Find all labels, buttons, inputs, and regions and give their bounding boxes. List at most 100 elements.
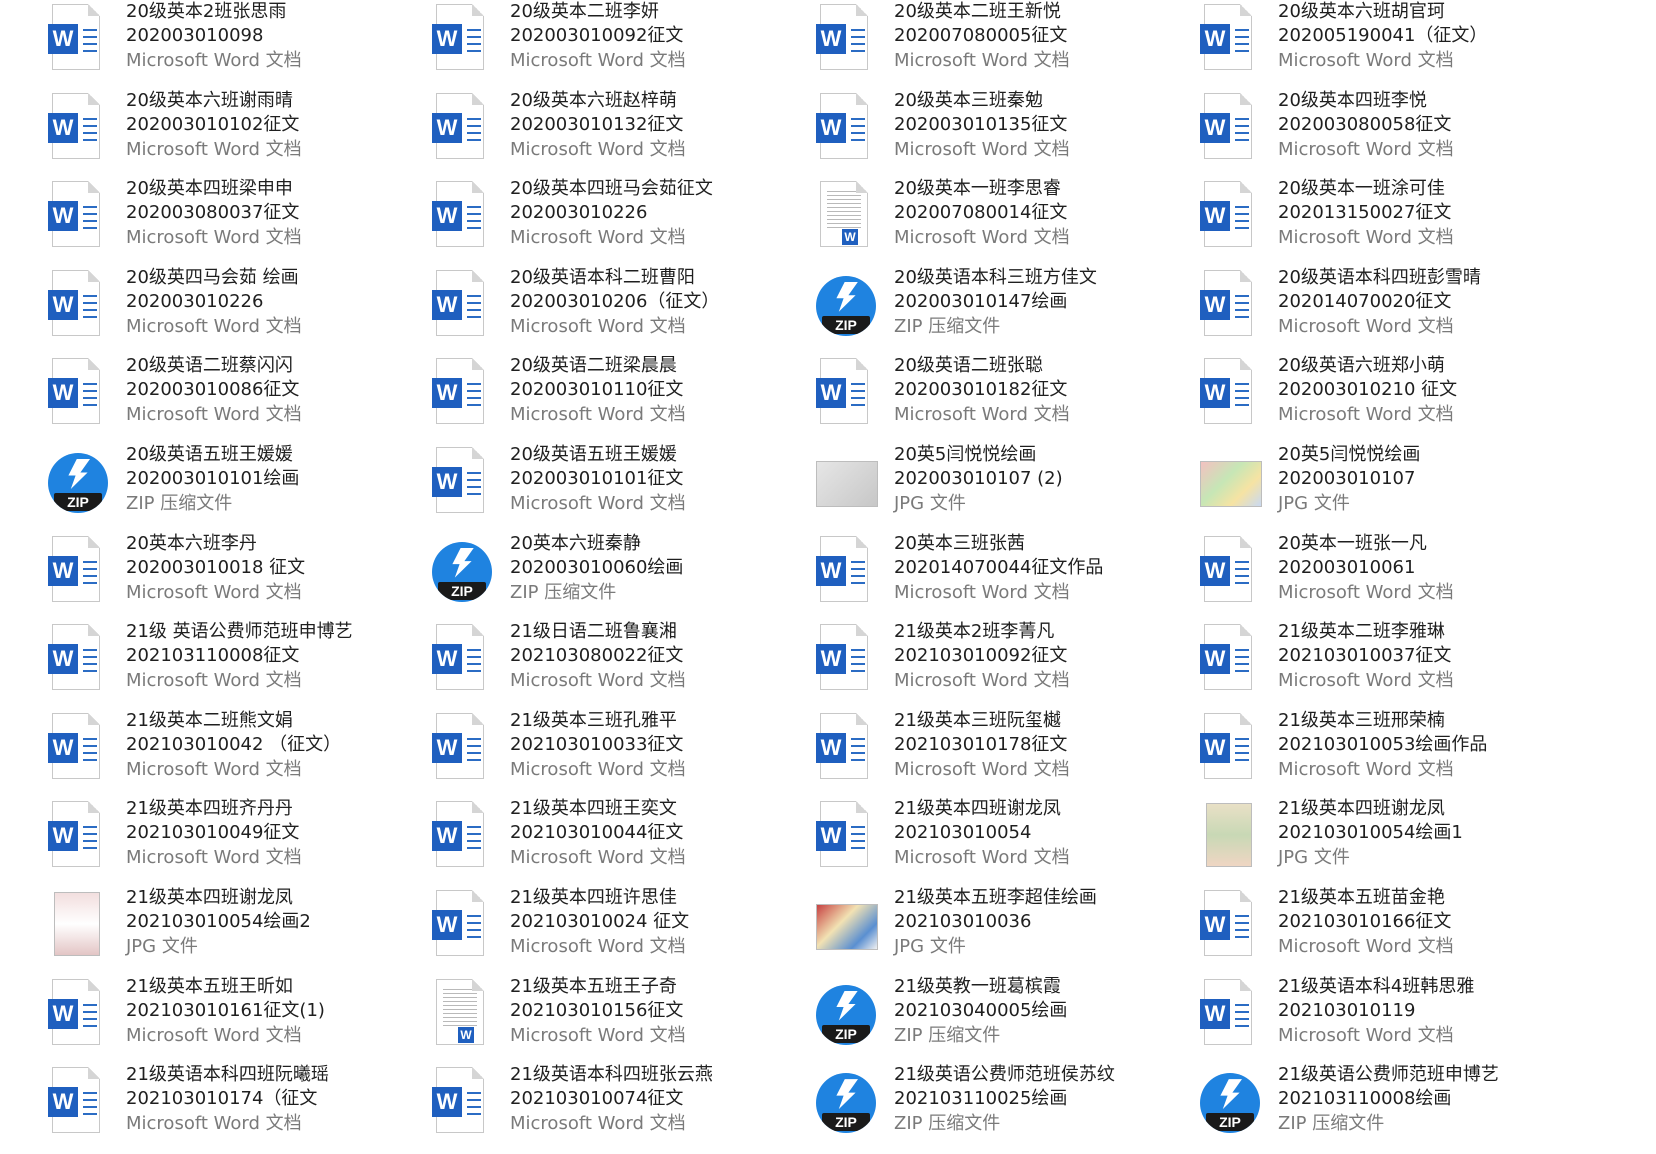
- file-item[interactable]: W 20级英语二班张聪 202003010182征文 Microsoft Word 文…: [816, 354, 1200, 443]
- file-name-line: 202103010024 征文: [510, 910, 690, 932]
- file-type: Microsoft Word 文档: [510, 1113, 686, 1135]
- word-document-icon: W: [432, 4, 490, 74]
- file-item[interactable]: ZIP 21级英语公费师范班侯苏纹 202103110025绘画 ZIP 压缩文件: [816, 1063, 1200, 1152]
- file-item[interactable]: ZIP 20级英语本科三班方佳文 202003010147绘画 ZIP 压缩文件: [816, 266, 1200, 355]
- file-item[interactable]: W 20级英语本科二班曹阳 202003010206（征文） Microsoft Wo…: [432, 266, 816, 355]
- word-document-icon: W: [816, 624, 874, 694]
- file-type: Microsoft Word 文档: [126, 138, 302, 160]
- file-item[interactable]: W 21级英本四班许思佳 202103010024 征文 Microsoft Word…: [432, 886, 816, 975]
- file-item[interactable]: 20英5闫悦悦绘画 202003010107 (2) JPG 文件: [816, 443, 1200, 532]
- file-item[interactable]: W 21级英本二班熊文娟 202103010042 （征文） Microsoft Wo…: [48, 709, 432, 798]
- file-item[interactable]: W 21级英本三班孔雅平 202103010033征文 Microsoft Word …: [432, 709, 816, 798]
- file-item[interactable]: W 20级英本二班王新悦 202007080005征文 Microsoft Word …: [816, 0, 1200, 89]
- file-item[interactable]: W 20级英语二班蔡闪闪 202003010086征文 Microsoft Word …: [48, 354, 432, 443]
- file-label: 20英5闫悦悦绘画 202003010107 JPG 文件: [1278, 443, 1420, 516]
- file-name-line: 21级英语本科4班韩思雅: [1278, 975, 1475, 997]
- file-item[interactable]: 21级英本四班谢龙凤 202103010054绘画1 JPG 文件: [1200, 797, 1584, 886]
- file-name-line: 21级英语本科四班张云燕: [510, 1064, 713, 1086]
- file-item[interactable]: 20英5闫悦悦绘画 202003010107 JPG 文件: [1200, 443, 1584, 532]
- file-label: 21级英本四班齐丹丹 202103010049征文 Microsoft Word 文…: [126, 797, 302, 870]
- file-name-line: 20级英语五班王媛媛: [126, 443, 293, 465]
- file-item[interactable]: W 20级英本六班赵梓萌 202003010132征文 Microsoft Word …: [432, 89, 816, 178]
- file-name-line: 20级英本二班王新悦: [894, 1, 1061, 22]
- jpg-thumbnail-icon: [1200, 801, 1258, 871]
- file-item[interactable]: W 21级英语本科四班阮曦瑶 202103010174（征文 Microsoft Wo…: [48, 1063, 432, 1152]
- file-item[interactable]: W 20级英四马会茹 绘画 202003010226 Microsoft Word 文…: [48, 266, 432, 355]
- file-label: 21级英本三班孔雅平 202103010033征文 Microsoft Word 文…: [510, 709, 686, 782]
- file-item[interactable]: W 20级英本二班李妍 202003010092征文 Microsoft Word 文…: [432, 0, 816, 89]
- file-item[interactable]: ZIP 20英本六班秦静 202003010060绘画 ZIP 压缩文件: [432, 532, 816, 621]
- word-document-icon: W: [1200, 4, 1258, 74]
- file-name-line: 202003010110征文: [510, 379, 684, 401]
- file-item[interactable]: W 21级 英语公费师范班申博艺 202103110008征文 Microsoft W…: [48, 620, 432, 709]
- file-item[interactable]: W 21级英本五班王子奇 202103010156征文 Microsoft Word …: [432, 975, 816, 1064]
- word-document-icon: W: [432, 889, 490, 960]
- file-type: Microsoft Word 文档: [126, 670, 302, 692]
- file-item[interactable]: W 20英本三班张茜 202014070044征文作品 Microsoft Word …: [816, 532, 1200, 621]
- file-name-line: 202103040005绘画: [894, 999, 1068, 1021]
- file-item[interactable]: W 21级日语二班鲁襄湘 202103080022征文 Microsoft Word …: [432, 620, 816, 709]
- file-item[interactable]: W 20级英语五班王媛媛 202003010101征文 Microsoft Word …: [432, 443, 816, 532]
- file-item[interactable]: W 20级英本六班谢雨晴 202003010102征文 Microsoft Word …: [48, 89, 432, 178]
- word-document-icon: W: [1200, 624, 1258, 694]
- file-label: 20级英本六班谢雨晴 202003010102征文 Microsoft Word 文…: [126, 89, 302, 162]
- word-document-icon: W: [816, 358, 874, 428]
- word-document-icon: W: [48, 358, 106, 428]
- file-type: JPG 文件: [126, 935, 198, 957]
- file-type: Microsoft Word 文档: [1278, 935, 1454, 957]
- file-name-line: 20级英语二班张聪: [894, 355, 1043, 377]
- file-item[interactable]: W 21级英本2班李菁凡 202103010092征文 Microsoft Word …: [816, 620, 1200, 709]
- file-item[interactable]: W 21级英本三班阮玺樾 202103010178征文 Microsoft Word …: [816, 709, 1200, 798]
- file-item[interactable]: W 21级英本三班邢荣楠 202103010053绘画作品 Microsoft Wor…: [1200, 709, 1584, 798]
- file-name-line: 21级日语二班鲁襄湘: [510, 621, 677, 643]
- file-type: Microsoft Word 文档: [510, 227, 686, 249]
- file-item[interactable]: W 21级英语本科4班韩思雅 202103010119 Microsoft Word …: [1200, 975, 1584, 1064]
- file-item[interactable]: W 21级英语本科四班张云燕 202103010074征文 Microsoft Wor…: [432, 1063, 816, 1152]
- file-name-line: 202003080037征文: [126, 202, 300, 224]
- file-item[interactable]: ZIP 20级英语五班王媛媛 202003010101绘画 ZIP 压缩文件: [48, 443, 432, 532]
- file-item[interactable]: W 20级英本四班梁申申 202003080037征文 Microsoft Word …: [48, 177, 432, 266]
- file-name-line: 202003010061: [1278, 556, 1416, 578]
- file-item[interactable]: W 20级英本六班胡官珂 202005190041（征文） Microsoft Wor…: [1200, 0, 1584, 89]
- file-type: ZIP 压缩文件: [126, 492, 233, 514]
- file-item[interactable]: W 21级英本二班李雅琳 202103010037征文 Microsoft Word …: [1200, 620, 1584, 709]
- file-item[interactable]: W 20级英本2班张思雨 202003010098 Microsoft Word 文档: [48, 0, 432, 89]
- file-type: Microsoft Word 文档: [510, 138, 686, 160]
- file-name-line: 20英本六班秦静: [510, 532, 641, 554]
- file-item[interactable]: W 20级英语本科四班彭雪晴 202014070020征文 Microsoft Wor…: [1200, 266, 1584, 355]
- file-item[interactable]: W 20级英本三班秦勉 202003010135征文 Microsoft Word 文…: [816, 89, 1200, 178]
- file-item[interactable]: W 21级英本四班王奕文 202103010044征文 Microsoft Word …: [432, 797, 816, 886]
- file-item[interactable]: 21级英本四班谢龙凤 202103010054绘画2 JPG 文件: [48, 886, 432, 975]
- file-type: JPG 文件: [1278, 847, 1350, 869]
- file-label: 21级英本四班许思佳 202103010024 征文 Microsoft Word …: [510, 886, 689, 959]
- file-item[interactable]: W 21级英本五班王昕如 202103010161征文(1) Microsoft Wo…: [48, 975, 432, 1064]
- word-document-icon: W: [432, 712, 490, 783]
- file-name-line: 20级英本一班涂可佳: [1278, 178, 1445, 200]
- file-item[interactable]: W 20级英本一班涂可佳 202013150027征文 Microsoft Word …: [1200, 177, 1584, 266]
- word-document-preview-icon: W: [816, 181, 874, 251]
- jpg-thumbnail-icon: [816, 890, 878, 960]
- file-item[interactable]: ZIP 21级英教一班葛槟霞 202103040005绘画 ZIP 压缩文件: [816, 975, 1200, 1064]
- file-item[interactable]: W 21级英本四班谢龙凤 202103010054 Microsoft Word 文档: [816, 797, 1200, 886]
- file-item[interactable]: W 20英本六班李丹 202003010018 征文 Microsoft Word 文…: [48, 532, 432, 621]
- file-item[interactable]: W 20级英本四班李悦 202003080058征文 Microsoft Word 文…: [1200, 89, 1584, 178]
- file-item[interactable]: 21级英本五班李超佳绘画 202103010036 JPG 文件: [816, 886, 1200, 975]
- file-label: 21级英本二班李雅琳 202103010037征文 Microsoft Word 文…: [1278, 620, 1454, 693]
- file-item[interactable]: W 20英本一班张一凡 202003010061 Microsoft Word 文档: [1200, 532, 1584, 621]
- file-item[interactable]: W 21级英本五班苗金艳 202103010166征文 Microsoft Word …: [1200, 886, 1584, 975]
- file-name-line: 21级英本二班李雅琳: [1278, 621, 1445, 643]
- file-item[interactable]: W 20级英本四班马会茹征文 202003010226 Microsoft Word …: [432, 177, 816, 266]
- file-item[interactable]: W 21级英本四班齐丹丹 202103010049征文 Microsoft Word …: [48, 797, 432, 886]
- file-name-line: 202003010147绘画: [894, 290, 1068, 312]
- file-item[interactable]: W 20级英语二班梁晨晨 202003010110征文 Microsoft Word …: [432, 354, 816, 443]
- file-label: 21级英本五班苗金艳 202103010166征文 Microsoft Word 文…: [1278, 886, 1454, 959]
- word-document-icon: W: [1200, 712, 1258, 783]
- file-name-line: 202103110025绘画: [894, 1088, 1068, 1110]
- file-label: 20级英语本科三班方佳文 202003010147绘画 ZIP 压缩文件: [894, 266, 1097, 339]
- file-name-line: 202003010098: [126, 25, 264, 46]
- file-item[interactable]: ZIP 21级英语公费师范班申博艺 202103110008绘画 ZIP 压缩文件: [1200, 1063, 1584, 1152]
- file-label: 21级英教一班葛槟霞 202103040005绘画 ZIP 压缩文件: [894, 975, 1067, 1048]
- file-item[interactable]: W 20级英语六班郑小萌 202003010210 征文 Microsoft Word…: [1200, 354, 1584, 443]
- file-type: Microsoft Word 文档: [894, 581, 1070, 603]
- file-item[interactable]: W 20级英本一班李思睿 202007080014征文 Microsoft Word …: [816, 177, 1200, 266]
